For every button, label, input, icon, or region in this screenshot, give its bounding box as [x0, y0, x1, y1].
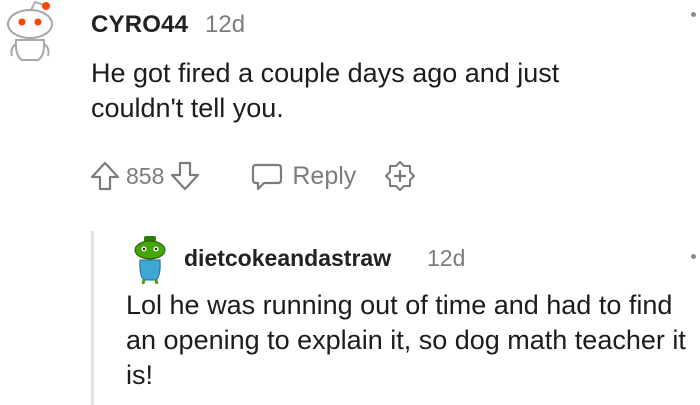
comment-timestamp: 12d: [205, 11, 246, 38]
avatar[interactable]: [2, 0, 60, 66]
reply-username[interactable]: dietcokeandastraw: [184, 242, 391, 274]
award-plus-icon: [385, 161, 416, 191]
more-options-icon[interactable]: [691, 12, 696, 17]
reply-button[interactable]: Reply: [250, 159, 356, 193]
reply-more-options-icon[interactable]: [691, 254, 696, 259]
comment-body: He got fired a couple days ago and just …: [91, 58, 560, 123]
reply-body: Lol he was running out of time and had t…: [126, 290, 686, 390]
award-button[interactable]: [382, 158, 418, 194]
comment-action-bar: 858 Reply: [88, 158, 418, 194]
snoo-avatar-icon: [7, 0, 53, 61]
upvote-button[interactable]: [88, 159, 122, 193]
reply-label: Reply: [292, 161, 357, 190]
reply-timestamp: 12d: [427, 245, 466, 271]
snoo-green-avatar-icon: [134, 236, 166, 285]
arrow-down-icon: [171, 161, 200, 191]
comment-username[interactable]: CYRO44: [91, 9, 188, 41]
downvote-button[interactable]: [168, 159, 202, 193]
speech-bubble-icon: [252, 163, 283, 191]
reply-avatar[interactable]: [130, 236, 170, 285]
comment: CYRO44 12d He got fired a couple days ag…: [0, 0, 700, 210]
vote-score: 858: [126, 162, 165, 189]
reply-comment: dietcokeandastraw 12d Lol he was running…: [0, 228, 700, 405]
arrow-up-icon: [90, 161, 120, 191]
